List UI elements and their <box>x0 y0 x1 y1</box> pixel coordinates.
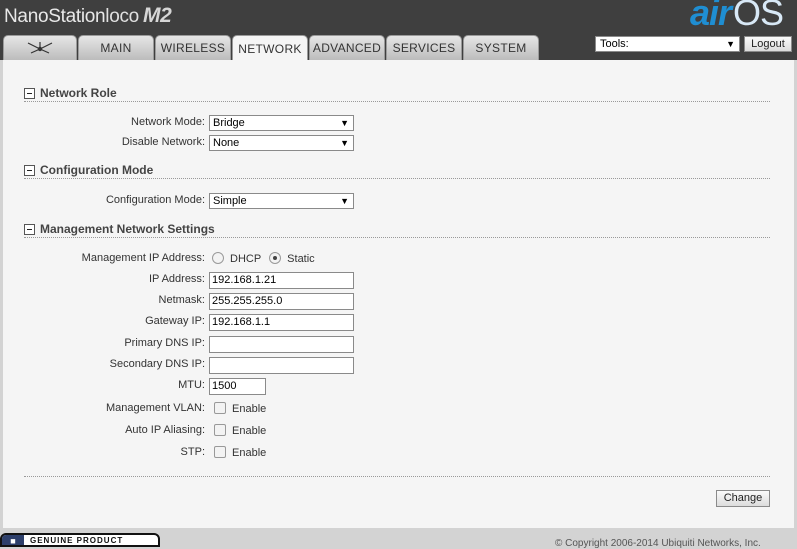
mtu-label: MTU: <box>178 379 205 391</box>
airos-logo: airOS <box>689 0 784 33</box>
footer-divider <box>24 476 770 477</box>
tab-network[interactable]: NETWORK <box>232 35 308 61</box>
ip-address-field[interactable]: 192.168.1.21 <box>209 272 354 289</box>
shield-icon: ■ <box>2 535 24 545</box>
configuration-mode-select[interactable]: Simple ▼ <box>209 193 354 209</box>
collapse-icon[interactable] <box>24 164 35 176</box>
netmask-label: Netmask: <box>158 294 205 306</box>
static-radio[interactable] <box>269 252 282 264</box>
ip-address-row: IP Address: 192.168.1.21 <box>3 272 794 289</box>
network-mode-label: Network Mode: <box>131 116 205 128</box>
management-vlan-row: Management VLAN: Enable <box>3 401 794 418</box>
configuration-mode-label: Configuration Mode: <box>105 194 205 206</box>
chevron-down-icon: ▼ <box>340 138 349 148</box>
secondary-dns-field[interactable] <box>209 357 354 374</box>
network-mode-row: Network Mode: Bridge ▼ <box>3 115 794 132</box>
header-bar: NanoStationloco M2 airOS MAIN WIRELESS NE… <box>0 0 797 61</box>
tab-system[interactable]: SYSTEM <box>463 35 539 60</box>
network-mode-select[interactable]: Bridge ▼ <box>209 115 354 131</box>
auto-ip-aliasing-row: Auto IP Aliasing: Enable <box>3 423 794 440</box>
auto-ip-aliasing-checkbox[interactable] <box>214 424 226 436</box>
tab-main[interactable]: MAIN <box>78 35 154 60</box>
netmask-field[interactable]: 255.255.255.0 <box>209 293 354 310</box>
genuine-product-label: GENUINE PRODUCT <box>30 536 124 545</box>
copyright-text: © Copyright 2006-2014 Ubiquiti Networks,… <box>555 538 761 549</box>
auto-ip-aliasing-enable-label: Enable <box>232 425 267 437</box>
device-brand: NanoStationloco M2 <box>4 4 172 28</box>
management-ip-mode-label: Management IP Address: <box>81 252 205 264</box>
chevron-down-icon: ▼ <box>726 39 735 49</box>
stp-enable-label: Enable <box>232 447 267 459</box>
ubiquiti-logo-icon <box>27 42 53 54</box>
section-management-network[interactable]: Management Network Settings <box>24 221 215 237</box>
brand-variant: loco <box>105 6 139 27</box>
management-vlan-checkbox[interactable] <box>214 402 226 414</box>
stp-label: STP: <box>180 446 205 458</box>
primary-dns-field[interactable] <box>209 336 354 353</box>
management-ip-mode-row: Management IP Address: DHCP Static <box>3 251 794 268</box>
primary-dns-row: Primary DNS IP: <box>3 336 794 353</box>
main-tabs: MAIN WIRELESS NETWORK ADVANCED SERVICES … <box>3 35 540 61</box>
stp-row: STP: Enable <box>3 445 794 462</box>
secondary-dns-label: Secondary DNS IP: <box>109 358 205 370</box>
configuration-mode-row: Configuration Mode: Simple ▼ <box>3 193 794 210</box>
gateway-label: Gateway IP: <box>145 315 205 327</box>
collapse-icon[interactable] <box>24 223 35 235</box>
mtu-row: MTU: 1500 <box>3 378 794 395</box>
chevron-down-icon: ▼ <box>340 118 349 128</box>
disable-network-label: Disable Network: <box>121 136 205 148</box>
section-divider <box>24 178 770 179</box>
disable-network-row: Disable Network: None ▼ <box>3 135 794 152</box>
network-settings-panel: Network Role Network Mode: Bridge ▼ Disa… <box>3 60 794 528</box>
section-network-role[interactable]: Network Role <box>24 85 117 101</box>
collapse-icon[interactable] <box>24 87 35 99</box>
gateway-row: Gateway IP: 192.168.1.1 <box>3 314 794 331</box>
management-vlan-label: Management VLAN: <box>105 402 205 414</box>
primary-dns-label: Primary DNS IP: <box>124 337 205 349</box>
section-divider <box>24 101 770 102</box>
disable-network-select[interactable]: None ▼ <box>209 135 354 151</box>
change-button[interactable]: Change <box>716 490 770 507</box>
tab-ubiquiti-logo[interactable] <box>3 35 77 60</box>
tab-services[interactable]: SERVICES <box>386 35 462 60</box>
brand-model: M2 <box>142 4 172 27</box>
dhcp-radio[interactable] <box>212 252 224 264</box>
logout-button[interactable]: Logout <box>744 36 792 52</box>
tab-advanced[interactable]: ADVANCED <box>309 35 385 60</box>
auto-ip-aliasing-label: Auto IP Aliasing: <box>125 424 205 436</box>
dhcp-label: DHCP <box>230 253 262 265</box>
chevron-down-icon: ▼ <box>340 196 349 206</box>
ip-address-label: IP Address: <box>148 273 205 285</box>
secondary-dns-row: Secondary DNS IP: <box>3 357 794 374</box>
tab-wireless[interactable]: WIRELESS <box>155 35 231 60</box>
brand-name: NanoStation <box>4 6 106 27</box>
section-divider <box>24 237 770 238</box>
netmask-row: Netmask: 255.255.255.0 <box>3 293 794 310</box>
section-configuration-mode[interactable]: Configuration Mode <box>24 162 153 178</box>
mtu-field[interactable]: 1500 <box>209 378 266 395</box>
stp-checkbox[interactable] <box>214 446 226 458</box>
gateway-field[interactable]: 192.168.1.1 <box>209 314 354 331</box>
static-label: Static <box>287 253 315 265</box>
tools-select[interactable]: Tools: ▼ <box>595 36 740 52</box>
management-vlan-enable-label: Enable <box>232 403 267 415</box>
